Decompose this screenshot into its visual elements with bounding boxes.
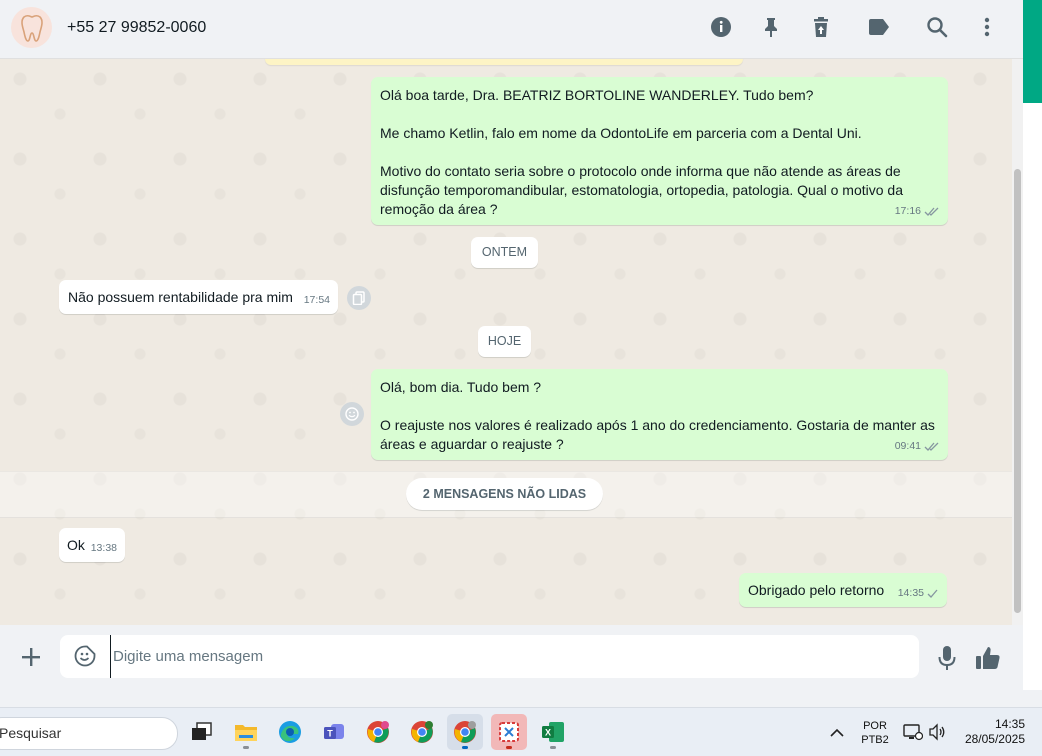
file-explorer-icon[interactable] [228, 714, 264, 750]
network-icon[interactable] [903, 723, 924, 741]
copy-button[interactable] [347, 286, 371, 310]
snipping-tool-icon[interactable] [491, 714, 527, 750]
sticker-icon[interactable] [74, 645, 96, 667]
app-active-indicator [462, 746, 468, 749]
info-icon[interactable] [709, 15, 733, 39]
message-text: Olá, bom dia. Tudo bem ? O reajuste nos … [380, 379, 935, 452]
message-time: 09:41 [894, 440, 921, 452]
scrollbar-thumb[interactable] [1014, 169, 1021, 613]
message-outgoing[interactable]: Obrigado pelo retorno 14:35 [739, 573, 947, 607]
message-input-container[interactable] [60, 635, 919, 678]
language-code: POR [863, 720, 887, 732]
message-meta: 14:35 [898, 584, 939, 603]
single-check-icon [927, 589, 938, 598]
message-time: 17:16 [894, 205, 921, 217]
taskbar-search[interactable]: Pesquisar [0, 717, 178, 750]
clock-time: 14:35 [994, 717, 1025, 731]
edge-icon[interactable] [272, 714, 308, 750]
excel-icon[interactable]: X [535, 714, 571, 750]
message-incoming[interactable]: Ok 13:38 [59, 528, 125, 562]
app-running-indicator [243, 746, 249, 749]
date-divider: HOJE [478, 326, 531, 357]
pin-icon[interactable] [759, 15, 783, 39]
svg-text:T: T [327, 729, 333, 739]
window-side-panel [1023, 103, 1042, 690]
message-meta: 17:16 [895, 202, 940, 221]
message-text: Olá boa tarde, Dra. BEATRIZ BORTOLINE WA… [380, 87, 903, 217]
composer-bar [0, 625, 1023, 690]
window-accent-strip [1023, 0, 1042, 103]
message-text: Não possuem rentabilidade pra mim [68, 289, 293, 305]
clock-date: 28/05/2025 [964, 732, 1025, 746]
chat-area[interactable]: Olá boa tarde, Dra. BEATRIZ BORTOLINE WA… [0, 59, 1012, 625]
message-input[interactable] [110, 635, 900, 678]
chrome-profile-icon[interactable] [360, 714, 396, 750]
chat-header: +55 27 99852-0060 [0, 0, 1023, 59]
message-time: 17:54 [303, 294, 330, 306]
copy-icon [352, 291, 365, 305]
menu-icon[interactable] [975, 15, 999, 39]
search-icon[interactable] [925, 15, 949, 39]
teams-icon[interactable]: T [316, 714, 352, 750]
double-check-icon [924, 207, 939, 216]
attach-plus-icon[interactable] [20, 646, 42, 668]
double-check-icon [924, 442, 939, 451]
language-indicator[interactable]: POR PTB2 [858, 719, 892, 747]
keyboard-layout: PTB2 [861, 734, 889, 746]
chat-scrollbar[interactable] [1012, 59, 1023, 625]
message-meta: 17:54 [304, 291, 330, 310]
smiley-icon [345, 407, 359, 421]
previous-message-partial [265, 59, 743, 65]
microphone-icon[interactable] [937, 645, 957, 671]
chrome-profile-icon[interactable] [404, 714, 440, 750]
app-running-indicator [550, 746, 556, 749]
app-running-indicator [506, 746, 512, 749]
contact-name[interactable]: +55 27 99852-0060 [67, 19, 206, 37]
volume-icon[interactable] [928, 723, 946, 741]
windows-taskbar: Pesquisar T X POR PTB2 14:35 28/05/2025 [0, 707, 1042, 756]
svg-text:X: X [545, 728, 551, 738]
whatsapp-window: +55 27 99852-0060 Olá boa tarde, Dra. BE… [0, 0, 1023, 690]
date-divider: ONTEM [471, 237, 538, 268]
message-outgoing[interactable]: Olá, bom dia. Tudo bem ? O reajuste nos … [371, 369, 948, 460]
thumbs-up-icon[interactable] [975, 645, 1001, 671]
message-incoming[interactable]: Não possuem rentabilidade pra mim 17:54 [59, 280, 338, 314]
chevron-up-icon[interactable] [830, 725, 844, 737]
taskbar-search-text: Pesquisar [0, 725, 62, 741]
message-time: 13:38 [90, 542, 117, 554]
clock[interactable]: 14:35 28/05/2025 [955, 717, 1031, 747]
message-outgoing[interactable]: Olá boa tarde, Dra. BEATRIZ BORTOLINE WA… [371, 77, 948, 225]
message-meta: 13:38 [91, 539, 117, 558]
task-view-icon[interactable] [184, 714, 220, 750]
emoji-reaction-button[interactable] [340, 402, 364, 426]
delete-icon[interactable] [809, 15, 833, 39]
message-meta: 09:41 [895, 437, 940, 456]
message-time: 14:35 [897, 587, 924, 599]
unread-messages-banner: 2 MENSAGENS NÃO LIDAS [406, 478, 603, 510]
label-icon[interactable] [867, 15, 891, 39]
tooth-logo-icon [20, 14, 43, 42]
contact-avatar[interactable] [11, 7, 52, 48]
chrome-icon[interactable] [447, 714, 483, 750]
